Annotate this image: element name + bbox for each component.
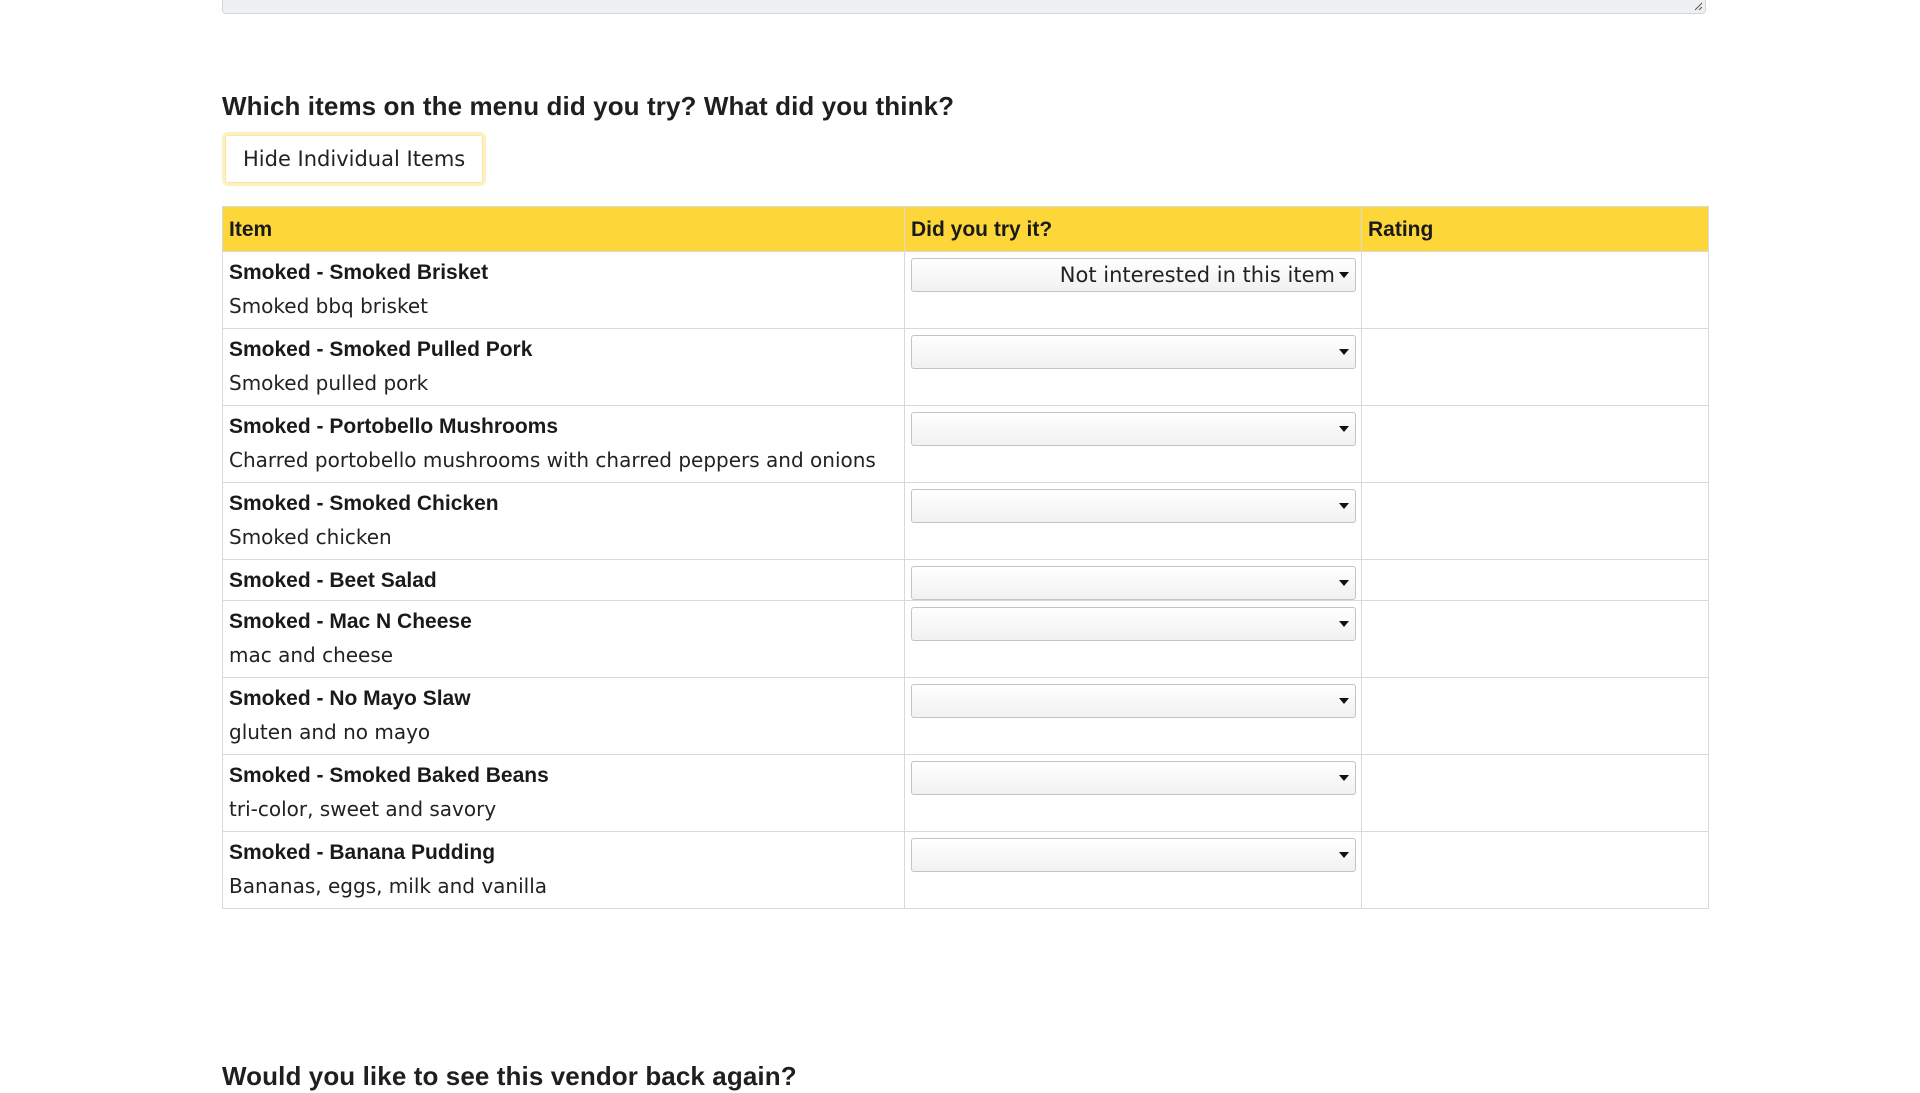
rating-cell — [1361, 754, 1709, 832]
item-cell: Smoked - Smoked Brisket Smoked bbq briske… — [222, 251, 905, 329]
tried-select[interactable]: Not interested in this item — [911, 258, 1356, 292]
rating-cell — [1361, 677, 1709, 755]
table-row: Smoked - Banana Pudding Bananas, eggs, mi… — [222, 831, 1709, 909]
rating-cell — [1361, 831, 1709, 909]
item-cell: Smoked - Smoked Pulled Pork Smoked pulled… — [222, 328, 905, 406]
tried-cell — [904, 754, 1362, 832]
item-cell: Smoked - Smoked Baked Beans tri-color, sw… — [222, 754, 905, 832]
item-cell: Smoked - Portobello Mushrooms Charred por… — [222, 405, 905, 483]
tried-cell — [904, 831, 1362, 909]
comments-textarea[interactable] — [222, 0, 1706, 14]
item-name: Smoked - Portobello Mushrooms — [229, 415, 559, 438]
tried-cell — [904, 405, 1362, 483]
item-description: Smoked chicken — [229, 525, 392, 549]
table-header-row: Item Did you try it? Rating — [222, 206, 1709, 252]
item-name: Smoked - Smoked Pulled Pork — [229, 338, 533, 361]
column-header-tried: Did you try it? — [904, 206, 1362, 252]
table-row: Smoked - Smoked Brisket Smoked bbq briske… — [222, 251, 1709, 329]
resize-grip-icon[interactable] — [1694, 2, 1703, 11]
table-row: Smoked - Portobello Mushrooms Charred por… — [222, 405, 1709, 483]
menu-question-heading: Which items on the menu did you try? Wha… — [222, 91, 955, 121]
tried-select[interactable] — [911, 489, 1356, 523]
rating-cell — [1361, 559, 1709, 601]
tried-select[interactable] — [911, 566, 1356, 600]
rating-cell — [1361, 482, 1709, 560]
item-cell: Smoked - Mac N Cheese mac and cheese — [222, 600, 905, 678]
item-description: tri-color, sweet and savory — [229, 797, 497, 821]
chevron-down-icon[interactable] — [1339, 426, 1349, 432]
item-name: Smoked - Banana Pudding — [229, 841, 496, 864]
item-cell: Smoked - Banana Pudding Bananas, eggs, mi… — [222, 831, 905, 909]
rating-cell — [1361, 405, 1709, 483]
column-header-item: Item — [222, 206, 905, 252]
chevron-down-icon[interactable] — [1339, 775, 1349, 781]
survey-page: Which items on the menu did you try? Wha… — [0, 0, 1920, 1093]
table-row: Smoked - Smoked Baked Beans tri-color, sw… — [222, 754, 1709, 832]
rating-cell — [1361, 251, 1709, 329]
column-header-rating: Rating — [1361, 206, 1709, 252]
item-name: Smoked - No Mayo Slaw — [229, 687, 471, 710]
chevron-down-icon[interactable] — [1339, 621, 1349, 627]
item-name: Smoked - Smoked Brisket — [229, 261, 489, 284]
chevron-down-icon[interactable] — [1339, 272, 1349, 278]
chevron-down-icon[interactable] — [1339, 349, 1349, 355]
tried-select[interactable] — [911, 838, 1356, 872]
tried-cell — [904, 482, 1362, 560]
tried-cell — [904, 600, 1362, 678]
item-description: Bananas, eggs, milk and vanilla — [229, 874, 548, 898]
item-description: mac and cheese — [229, 643, 394, 667]
table-row: Smoked - Smoked Chicken Smoked chicken — [222, 482, 1709, 560]
table-row: Smoked - Beet Salad — [222, 559, 1709, 601]
vendor-question-heading: Would you like to see this vendor back a… — [222, 1061, 797, 1091]
tried-cell — [904, 559, 1362, 601]
tried-select-value: Not interested in this item — [1059, 263, 1335, 287]
chevron-down-icon[interactable] — [1339, 580, 1349, 586]
tried-select[interactable] — [911, 335, 1356, 369]
item-description: Smoked bbq brisket — [229, 294, 428, 318]
item-cell: Smoked - Smoked Chicken Smoked chicken — [222, 482, 905, 560]
tried-select[interactable] — [911, 761, 1356, 795]
menu-items-table: Item Did you try it? Rating Smoked - Smo… — [222, 206, 1709, 909]
table-row: Smoked - Mac N Cheese mac and cheese — [222, 600, 1709, 678]
item-cell: Smoked - No Mayo Slaw gluten and no mayo — [222, 677, 905, 755]
rating-cell — [1361, 600, 1709, 678]
chevron-down-icon[interactable] — [1339, 852, 1349, 858]
tried-select[interactable] — [911, 412, 1356, 446]
item-name: Smoked - Smoked Chicken — [229, 492, 499, 515]
item-description: Charred portobello mushrooms with charre… — [229, 448, 876, 472]
item-description: gluten and no mayo — [229, 720, 431, 744]
tried-select[interactable] — [911, 607, 1356, 641]
tried-cell: Not interested in this item — [904, 251, 1362, 329]
tried-cell — [904, 677, 1362, 755]
rating-cell — [1361, 328, 1709, 406]
tried-select[interactable] — [911, 684, 1356, 718]
chevron-down-icon[interactable] — [1339, 503, 1349, 509]
item-cell: Smoked - Beet Salad — [222, 559, 905, 601]
tried-cell — [904, 328, 1362, 406]
item-name: Smoked - Beet Salad — [229, 569, 437, 592]
table-row: Smoked - Smoked Pulled Pork Smoked pulled… — [222, 328, 1709, 406]
item-description: Smoked pulled pork — [229, 371, 429, 395]
item-name: Smoked - Mac N Cheese — [229, 610, 472, 633]
hide-individual-items-button[interactable]: Hide Individual Items — [222, 132, 487, 186]
chevron-down-icon[interactable] — [1339, 698, 1349, 704]
item-name: Smoked - Smoked Baked Beans — [229, 764, 549, 787]
table-row: Smoked - No Mayo Slaw gluten and no mayo — [222, 677, 1709, 755]
